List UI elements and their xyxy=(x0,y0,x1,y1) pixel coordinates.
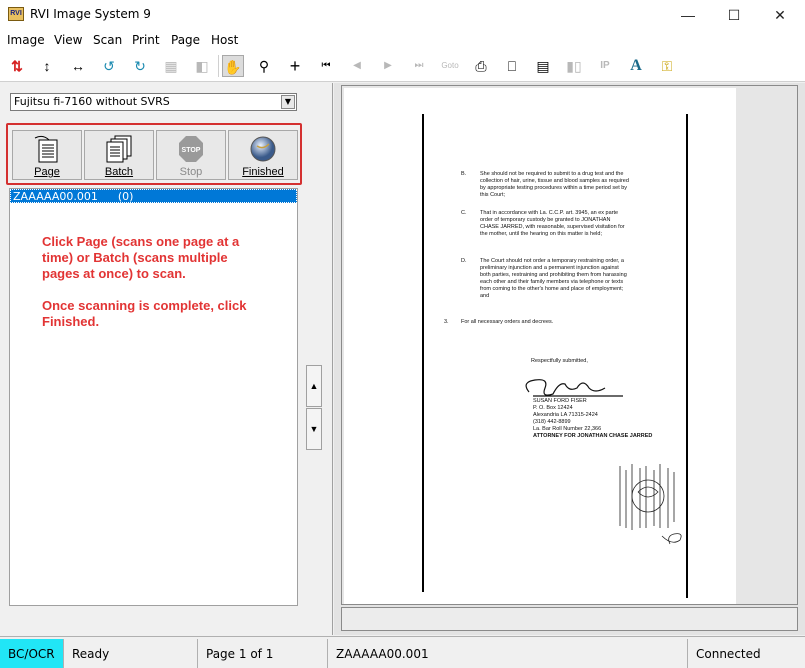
status-state: Ready xyxy=(64,639,198,668)
last-page-icon[interactable]: ⏭ xyxy=(408,55,430,77)
page-margin-line-left xyxy=(422,114,424,592)
next-page-icon[interactable]: ▶ xyxy=(377,55,399,77)
page-scan-label: Page xyxy=(34,166,60,178)
batch-name: ZAAAAA00.001 xyxy=(13,190,98,203)
chevron-down-icon[interactable]: ▼ xyxy=(281,95,295,109)
toolbar: ⇅ ↕ ↔ ↺ ↻ ▦ ◧ ✋ ⚲ + ⏮ ◀ ▶ ⏭ Goto ⎙ ⎕ ▤ ▮… xyxy=(0,51,805,82)
scanner-select[interactable]: Fujitsu fi-7160 without SVRS ▼ xyxy=(10,93,297,111)
status-batch: ZAAAAA00.001 xyxy=(328,639,688,668)
sig-name: SUSAN FORD FISER xyxy=(533,398,587,404)
goto-page-icon[interactable]: Goto xyxy=(439,55,461,77)
stamp-icon[interactable]: ⎕ xyxy=(501,55,523,77)
fit-height-icon[interactable]: ↕ xyxy=(36,55,58,77)
maximize-button[interactable]: ☐ xyxy=(711,0,757,30)
scan-button-group: Page Batch STOP Stop Finished xyxy=(6,123,302,185)
crosshair-icon[interactable]: + xyxy=(284,55,306,77)
close-button[interactable]: ✕ xyxy=(757,0,803,30)
menu-host[interactable]: Host xyxy=(211,33,238,47)
item-d-label: D. xyxy=(461,258,467,264)
scanner-icon[interactable]: ▤ xyxy=(532,55,554,77)
finished-label: Finished xyxy=(242,166,284,178)
batch-scan-label: Batch xyxy=(104,166,134,178)
prev-page-icon[interactable]: ◀ xyxy=(346,55,368,77)
batch-list: ZAAAAA00.001 (0) Click Page (scans one pa… xyxy=(9,188,298,606)
instruction-finish: Once scanning is complete, click Finishe… xyxy=(42,298,247,329)
status-mode: BC/OCR xyxy=(0,639,64,668)
court-filing-stamp-image xyxy=(619,464,682,545)
toolbar-separator xyxy=(218,55,219,77)
status-page: Page 1 of 1 xyxy=(198,639,328,668)
item-3-text: For all necessary orders and decrees. xyxy=(461,319,554,325)
item-d-text: The Court should not order a temporary r… xyxy=(480,258,627,299)
rotate-left-icon[interactable]: ↺ xyxy=(98,55,120,77)
menu-page[interactable]: Page xyxy=(171,33,200,47)
item-c-label: C. xyxy=(461,210,467,216)
menu-print[interactable]: Print xyxy=(132,33,160,47)
title-bar: RVI RVI Image System 9 — ☐ ✕ xyxy=(0,0,805,30)
sig-phone: (318) 442-8899 xyxy=(533,419,571,425)
app-logo-icon: RVI xyxy=(8,7,24,21)
thumbnails-icon[interactable]: ▦ xyxy=(160,55,182,77)
scroll-down-button[interactable]: ▼ xyxy=(306,408,322,450)
instructions: Click Page (scans one page at a time) or… xyxy=(42,234,257,346)
menu-image[interactable]: Image xyxy=(7,33,45,47)
text-icon[interactable]: A xyxy=(625,55,647,77)
pan-hand-icon[interactable]: ✋ xyxy=(222,55,244,77)
menu-bar: Image View Scan Print Page Host xyxy=(0,30,805,51)
sig-address-1: P. O. Box 12424 xyxy=(533,405,573,411)
page-scan-button[interactable]: Page xyxy=(12,130,82,180)
status-connection: Connected Internet xyxy=(696,647,761,661)
status-bar: BC/OCR Ready Page 1 of 1 ZAAAAA00.001 Co… xyxy=(0,636,805,668)
item-3-label: 3. xyxy=(444,319,449,325)
image-viewer-pane: B. She should not be required to submit … xyxy=(334,83,805,635)
scan-panel: Fujitsu fi-7160 without SVRS ▼ Page Batc… xyxy=(0,83,333,635)
menu-scan[interactable]: Scan xyxy=(93,33,122,47)
batch-list-item[interactable]: ZAAAAA00.001 (0) xyxy=(10,189,297,203)
ip-icon[interactable]: IP xyxy=(594,55,616,77)
finished-button[interactable]: Finished xyxy=(228,130,298,180)
sig-address-2: Alexandria LA 71315-2424 xyxy=(533,412,598,418)
batch-count: (0) xyxy=(117,190,134,203)
sig-bar-number: La. Bar Roll Number 22,366 xyxy=(533,426,602,432)
first-page-icon[interactable]: ⏮ xyxy=(315,55,337,77)
sig-role: ATTORNEY FOR JONATHAN CHASE JARRED xyxy=(533,433,653,439)
key-icon[interactable]: ⚿ xyxy=(656,55,678,77)
print-icon[interactable]: ⎙ xyxy=(470,55,492,77)
image-edit-icon[interactable]: ◧ xyxy=(191,55,213,77)
closing-text: Respectfully submitted, xyxy=(531,358,588,364)
image-viewer[interactable]: B. She should not be required to submit … xyxy=(341,85,798,605)
fit-page-icon[interactable]: ⇅ xyxy=(6,55,28,77)
stop-label: Stop xyxy=(179,166,203,178)
zoom-icon[interactable]: ⚲ xyxy=(253,55,275,77)
minimize-button[interactable]: — xyxy=(665,0,711,30)
window-title: RVI Image System 9 xyxy=(30,7,151,21)
batch-icon xyxy=(106,135,132,163)
rotate-right-icon[interactable]: ↻ xyxy=(129,55,151,77)
viewer-horizontal-scrollbar[interactable] xyxy=(341,607,798,631)
item-b-text: She should not be required to submit to … xyxy=(480,171,629,198)
batch-scan-button[interactable]: Batch xyxy=(84,130,154,180)
item-c-text: That in accordance with La. C.C.P. art. … xyxy=(480,210,625,237)
globe-icon xyxy=(250,136,276,162)
barcode-icon[interactable]: ▮▯ xyxy=(563,55,585,77)
stop-button[interactable]: STOP Stop xyxy=(156,130,226,180)
fit-width-icon[interactable]: ↔ xyxy=(67,55,89,77)
menu-view[interactable]: View xyxy=(54,33,82,47)
signature-block: SUSAN FORD FISER P. O. Box 12424 Alexand… xyxy=(533,398,693,440)
scanned-document-page: B. She should not be required to submit … xyxy=(344,88,736,604)
item-b-label: B. xyxy=(461,171,467,177)
instruction-scan: Click Page (scans one page at a time) or… xyxy=(42,234,240,281)
page-icon xyxy=(34,135,58,163)
scanner-select-value: Fujitsu fi-7160 without SVRS xyxy=(14,95,170,108)
scroll-up-button[interactable]: ▲ xyxy=(306,365,322,407)
stop-sign-icon: STOP xyxy=(179,136,203,162)
stop-sign-text: STOP xyxy=(182,147,201,154)
